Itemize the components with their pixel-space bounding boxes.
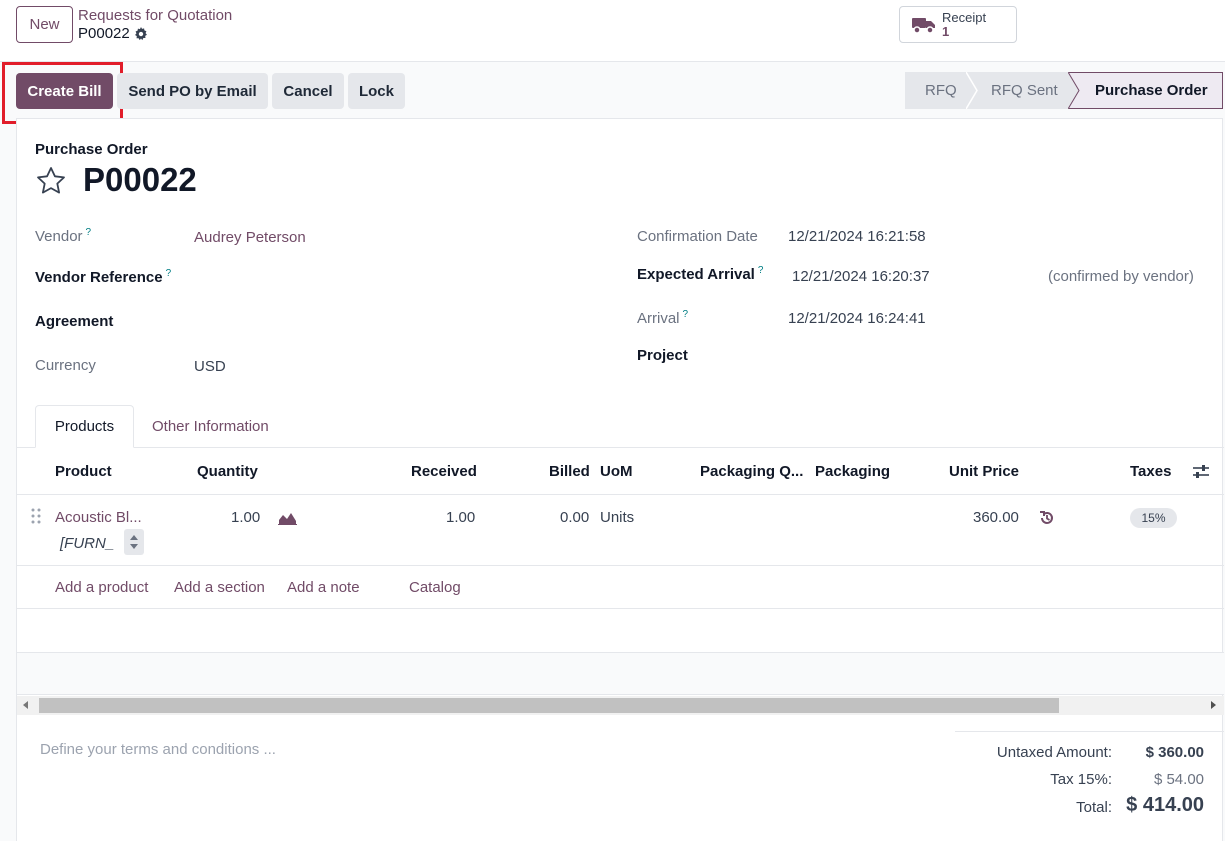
resize-spinner[interactable] — [124, 529, 144, 555]
row-product[interactable]: Acoustic Bl... — [55, 509, 142, 526]
stage-rfq[interactable]: RFQ — [905, 72, 978, 109]
order-lines-header: Product Quantity Received Billed UoM Pac… — [17, 449, 1224, 495]
add-note-link[interactable]: Add a note — [287, 579, 360, 596]
column-received[interactable]: Received — [411, 463, 477, 480]
untaxed-amount-label: Untaxed Amount: — [996, 744, 1112, 761]
send-po-email-button[interactable]: Send PO by Email — [117, 73, 268, 109]
cancel-button[interactable]: Cancel — [272, 73, 344, 109]
optional-columns-icon[interactable] — [1193, 465, 1209, 479]
tax-badge[interactable]: 15% — [1130, 508, 1177, 528]
expected-arrival-field[interactable]: 12/21/2024 16:20:37 — [792, 268, 930, 285]
scroll-right-icon[interactable] — [1211, 701, 1216, 709]
help-tooltip-icon[interactable]: ? — [86, 227, 92, 238]
vendor-reference-label: Vendor Reference? — [35, 268, 172, 286]
expected-arrival-label: Expected Arrival? — [637, 265, 764, 283]
row-received[interactable]: 1.00 — [446, 509, 475, 526]
control-panel: New Requests for Quotation P00022 Receip… — [0, 0, 1225, 62]
project-label: Project — [637, 347, 688, 364]
truck-icon — [912, 17, 935, 34]
stage-rfq-sent[interactable]: RFQ Sent — [967, 72, 1080, 109]
create-bill-button[interactable]: Create Bill — [16, 73, 113, 109]
column-packaging[interactable]: Packaging — [815, 463, 890, 480]
agreement-field[interactable] — [194, 307, 594, 335]
terms-conditions-field[interactable]: Define your terms and conditions ... — [40, 741, 276, 758]
column-packaging-qty[interactable]: Packaging Q... — [700, 463, 803, 480]
help-tooltip-icon[interactable]: ? — [683, 309, 689, 320]
row-uom[interactable]: Units — [600, 509, 634, 526]
add-line-row: Add a product Add a section Add a note C… — [17, 566, 1224, 609]
tax-label: Tax 15%: — [1050, 771, 1112, 788]
tab-other-information[interactable]: Other Information — [152, 405, 269, 448]
document-number: P00022 — [83, 161, 197, 198]
column-billed[interactable]: Billed — [549, 463, 590, 480]
confirmation-date-field[interactable]: 12/21/2024 16:21:58 — [788, 228, 926, 245]
stage-rfq-label: RFQ — [925, 82, 957, 99]
horizontal-scrollbar[interactable] — [17, 696, 1224, 715]
column-quantity[interactable]: Quantity — [197, 463, 258, 480]
row-internal-reference: [FURN_ — [60, 535, 115, 552]
column-taxes[interactable]: Taxes — [1130, 463, 1171, 480]
breadcrumb-parent-link[interactable]: Requests for Quotation — [78, 7, 232, 25]
table-footer-row — [17, 653, 1224, 695]
vendor-reference-field[interactable] — [194, 263, 594, 291]
confirmation-date-label: Confirmation Date — [637, 228, 758, 245]
totals-summary: Untaxed Amount: $ 360.00 Tax 15%: $ 54.0… — [955, 731, 1224, 816]
scrollbar-thumb[interactable] — [39, 698, 1059, 713]
star-icon[interactable] — [35, 165, 67, 197]
stage-separator — [966, 72, 978, 109]
catalog-link[interactable]: Catalog — [409, 579, 461, 596]
tab-products[interactable]: Products — [35, 405, 134, 448]
agreement-label: Agreement — [35, 313, 114, 330]
receipt-label: Receipt — [942, 9, 987, 25]
total-label: Total: — [1076, 799, 1112, 816]
table-row[interactable]: Acoustic Bl... [FURN_ 1.00 1.00 0.00 Uni… — [17, 495, 1224, 566]
receipt-count: 1 — [942, 23, 950, 39]
add-product-link[interactable]: Add a product — [55, 579, 148, 596]
add-section-link[interactable]: Add a section — [174, 579, 265, 596]
help-tooltip-icon[interactable]: ? — [166, 268, 172, 279]
confirmed-by-vendor-note: (confirmed by vendor) — [1048, 268, 1194, 285]
help-tooltip-icon[interactable]: ? — [758, 265, 764, 276]
column-uom[interactable]: UoM — [600, 463, 633, 480]
project-field[interactable] — [788, 343, 1208, 371]
history-icon[interactable] — [1039, 510, 1055, 526]
total-value: $ 414.00 — [1126, 794, 1204, 816]
stage-purchase-order-label: Purchase Order — [1095, 82, 1208, 99]
vendor-field[interactable]: Audrey Peterson — [194, 229, 306, 246]
notebook-tabs: Products Other Information — [17, 405, 1224, 448]
column-unit-price[interactable]: Unit Price — [949, 463, 1019, 480]
breadcrumb: Requests for Quotation P00022 — [78, 7, 232, 43]
empty-row — [17, 609, 1224, 653]
vendor-label: Vendor? — [35, 227, 92, 245]
breadcrumb-record-name: P00022 — [78, 25, 130, 42]
untaxed-amount-value: $ 360.00 — [1145, 744, 1204, 761]
new-button[interactable]: New — [16, 6, 73, 43]
arrival-label: Arrival? — [637, 309, 689, 327]
row-billed: 0.00 — [560, 509, 590, 526]
column-product[interactable]: Product — [55, 463, 112, 480]
stage-rfq-sent-label: RFQ Sent — [991, 82, 1058, 99]
forecast-chart-icon[interactable] — [278, 511, 297, 525]
stage-purchase-order[interactable]: Purchase Order — [1069, 72, 1223, 109]
currency-field[interactable]: USD — [194, 358, 226, 375]
scroll-left-icon[interactable] — [23, 701, 28, 709]
document-type-label: Purchase Order — [35, 141, 148, 158]
breadcrumb-current: P00022 — [78, 25, 232, 43]
currency-label: Currency — [35, 357, 96, 374]
gear-icon[interactable] — [134, 27, 148, 41]
drag-handle-icon[interactable] — [31, 508, 41, 524]
stage-separator — [1068, 72, 1080, 109]
form-sheet: Purchase Order P00022 Vendor? Audrey Pet… — [16, 118, 1224, 841]
tax-value: $ 54.00 — [1153, 771, 1204, 788]
arrival-field[interactable]: 12/21/2024 16:24:41 — [788, 310, 926, 327]
action-bar: Create Bill Send PO by Email Cancel Lock… — [0, 62, 1225, 124]
row-quantity[interactable]: 1.00 — [231, 509, 260, 526]
receipt-smart-button[interactable]: Receipt 1 — [899, 6, 1017, 43]
lock-button[interactable]: Lock — [348, 73, 405, 109]
status-bar: RFQ RFQ Sent Purchase Order — [905, 72, 1223, 109]
row-unit-price[interactable]: 360.00 — [973, 509, 1019, 526]
